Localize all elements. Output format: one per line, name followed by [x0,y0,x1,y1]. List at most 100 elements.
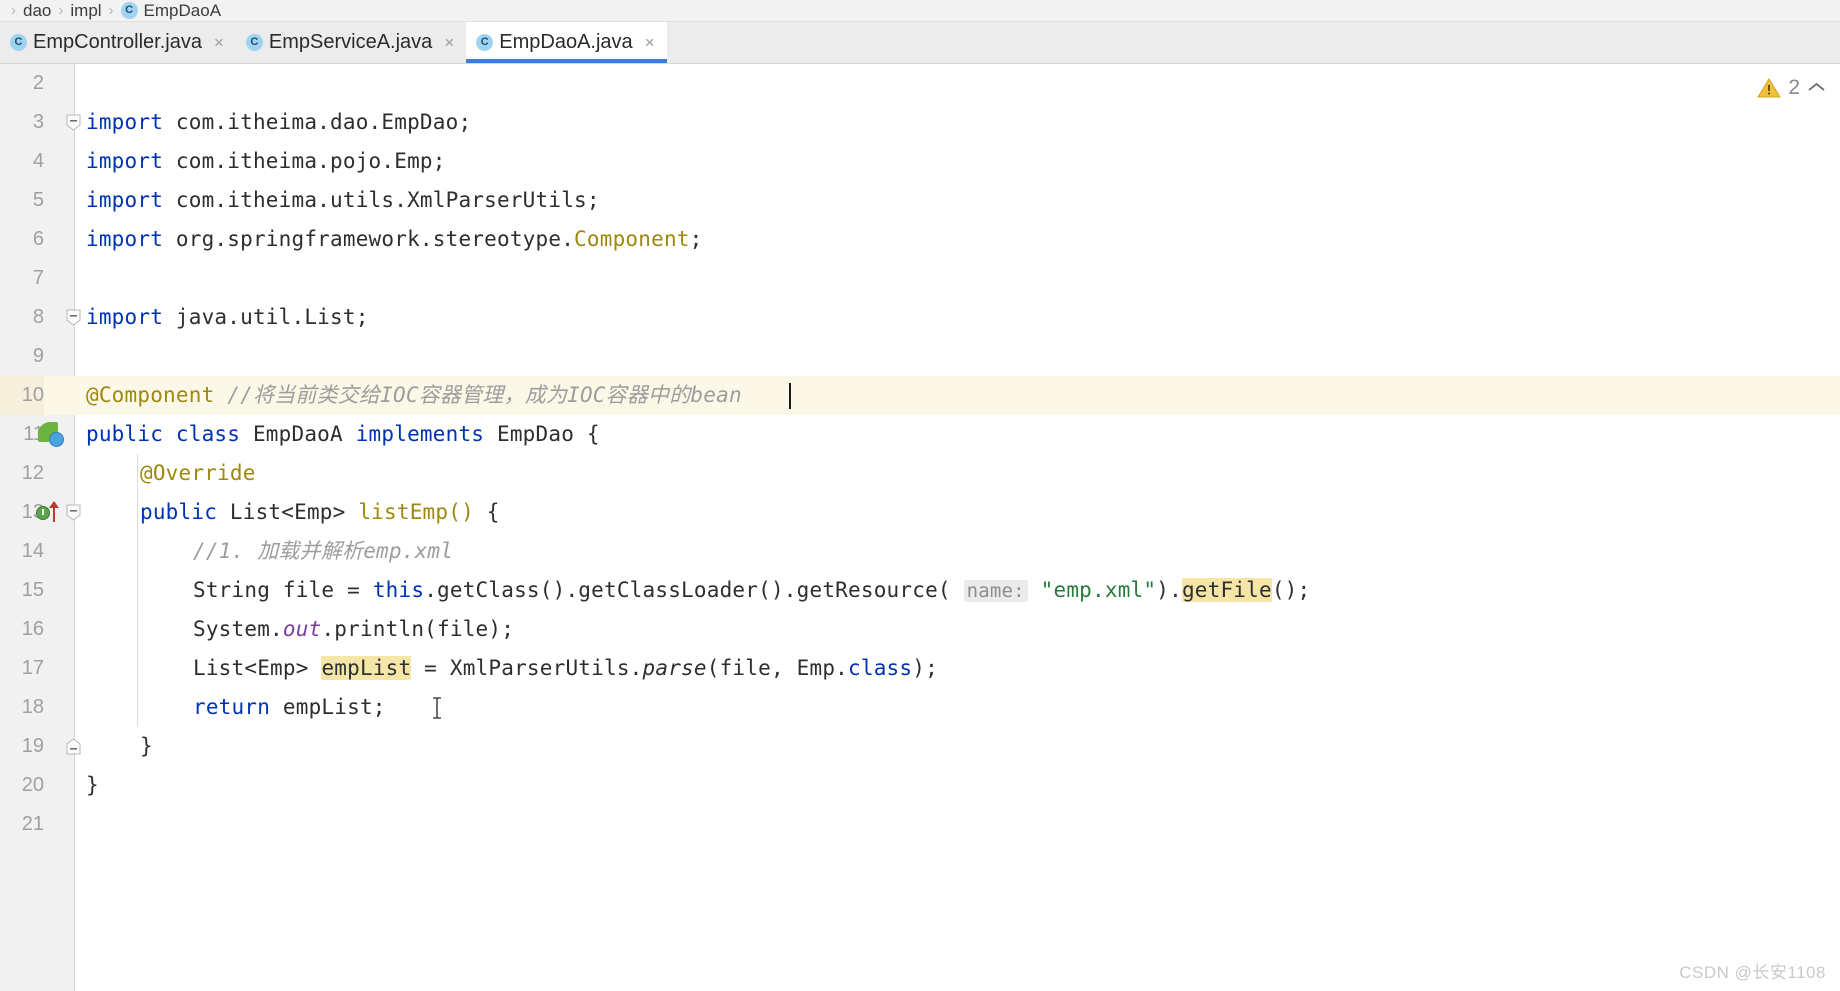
return-value: empList; [270,695,386,719]
code-text: public class EmpDaoA implements EmpDao { [86,415,600,454]
highlighted-getfile: getFile [1181,578,1272,602]
println-call: .println(file); [321,617,515,641]
annotation-component: @Component [86,383,215,407]
tab-label: EmpController.java [33,31,202,53]
highlighted-emplist: empList [321,656,412,680]
parse-suffix: ); [912,656,938,680]
code-line[interactable]: 2 [0,64,1840,103]
code-line[interactable]: 11 public class EmpDaoA implements EmpDa… [0,415,1840,454]
keyword-import: import [86,305,164,329]
inspection-widget[interactable]: 2 [1757,76,1826,100]
line-number: 10 [0,376,44,415]
code-lines-container[interactable]: 2 3 import com.itheima.dao.EmpDao; 4 imp… [0,64,1840,991]
breadcrumb-item-impl[interactable]: impl [70,1,101,21]
code-text: List<Emp> empList = XmlParserUtils.parse… [193,649,938,688]
semicolon: ; [689,227,703,251]
parse-args: (file, Emp. [706,656,849,680]
spring-bean-icon[interactable] [28,415,74,454]
code-text: return empList; [193,688,386,727]
code-text: import com.itheima.utils.XmlParserUtils; [86,181,600,220]
code-line[interactable]: 19 } [0,727,1840,766]
fold-collapse-icon[interactable] [62,298,84,337]
code-line[interactable]: 18 return empList; [0,688,1840,727]
code-line-active[interactable]: 10 @Component //将当前类交给IOC容器管理，成为IOC容器中的b… [0,376,1840,415]
line-number: 9 [32,345,44,367]
code-line[interactable]: 20 } [0,766,1840,805]
method-name-listemp: listEmp() [358,500,474,524]
import-path: com.itheima.dao.EmpDao; [175,110,472,134]
code-line[interactable]: 17 List<Emp> empList = XmlParserUtils.pa… [0,649,1840,688]
close-icon[interactable]: × [645,34,655,51]
editor-tab-bar: C EmpController.java × C EmpServiceA.jav… [0,22,1840,64]
code-line[interactable]: 7 [0,259,1840,298]
line-number: 16 [21,618,44,640]
breadcrumb-item-dao[interactable]: dao [23,1,51,21]
line-number: 2 [32,72,44,94]
watermark: CSDN @长安1108 [1679,963,1826,982]
system-prefix: System. [193,617,283,641]
java-class-icon: C [120,2,138,19]
code-line[interactable]: 14 //1. 加载并解析emp.xml [0,532,1840,571]
code-line[interactable]: 9 [0,337,1840,376]
code-line[interactable]: 8 import java.util.List; [0,298,1840,337]
keyword-class: class [175,422,241,446]
open-brace: { [486,500,500,524]
text-caret [789,383,791,409]
keyword-import: import [86,110,164,134]
import-path: org.springframework.stereotype. [175,227,575,251]
code-line[interactable]: 21 [0,805,1840,844]
return-type: List<Emp> [229,500,346,524]
import-path: com.itheima.pojo.Emp; [175,149,446,173]
list-type: List<Emp> [193,656,322,680]
code-text: String file = this.getClass().getClassLo… [193,571,1310,610]
tab-empdaoa-java[interactable]: C EmpDaoA.java × [466,22,667,63]
import-path: java.util.List; [175,305,369,329]
tab-empcontroller-java[interactable]: C EmpController.java × [0,22,236,63]
code-line[interactable]: 3 import com.itheima.dao.EmpDao; [0,103,1840,142]
breadcrumb-item-empdaoa[interactable]: EmpDaoA [144,1,221,21]
fold-minus-icon[interactable] [62,493,84,532]
fold-collapse-icon[interactable] [62,727,84,766]
line-number: 8 [32,306,44,328]
java-class-icon: C [245,34,263,51]
line-number: 4 [32,150,44,172]
chevron-up-icon[interactable] [1807,79,1826,98]
close-paren-dot: ). [1156,578,1182,602]
code-line[interactable]: 5 import com.itheima.utils.XmlParserUtil… [0,181,1840,220]
code-line[interactable]: 13 public List<Emp> listEmp() { [0,493,1840,532]
comment-parse-xml: //1. 加载并解析emp.xml [193,539,454,563]
keyword-public: public [86,422,164,446]
class-name: EmpDaoA [252,422,343,446]
breadcrumb: › dao › impl › C EmpDaoA [0,0,1840,22]
import-class-component: Component [574,227,690,251]
code-text: import com.itheima.pojo.Emp; [86,142,446,181]
tab-label: EmpDaoA.java [499,31,633,53]
keyword-class-literal: class [848,656,913,680]
keyword-import: import [86,149,164,173]
warning-count: 2 [1788,76,1800,99]
chained-calls: .getClass().getClassLoader().getResource… [424,578,964,602]
code-text: import com.itheima.dao.EmpDao; [86,103,471,142]
line-number: 12 [21,462,44,484]
keyword-implements: implements [355,422,485,446]
close-icon[interactable]: × [214,34,224,51]
code-text: } [86,766,99,805]
code-line[interactable]: 16 System.out.println(file); [0,610,1840,649]
tab-empservicea-java[interactable]: C EmpServiceA.java × [236,22,466,63]
code-editor[interactable]: 2 2 3 import com.itheima.dao.EmpDao; 4 i… [0,64,1840,991]
closing-brace-class: } [86,773,99,797]
keyword-import: import [86,188,164,212]
line-number: 19 [21,735,44,757]
code-line[interactable]: 6 import org.springframework.stereotype.… [0,220,1840,259]
tab-label: EmpServiceA.java [268,31,433,53]
code-line[interactable]: 12 @Override [0,454,1840,493]
code-text: import org.springframework.stereotype.Co… [86,220,702,259]
code-line[interactable]: 4 import com.itheima.pojo.Emp; [0,142,1840,181]
close-icon[interactable]: × [444,34,454,51]
line-number: 5 [32,189,44,211]
fold-minus-icon[interactable] [62,103,84,142]
string-emp-xml: "emp.xml" [1040,578,1157,602]
interface-name: EmpDao { [497,422,600,446]
code-line[interactable]: 15 String file = this.getClass().getClas… [0,571,1840,610]
code-text: @Component //将当前类交给IOC容器管理，成为IOC容器中的bean [86,376,742,415]
